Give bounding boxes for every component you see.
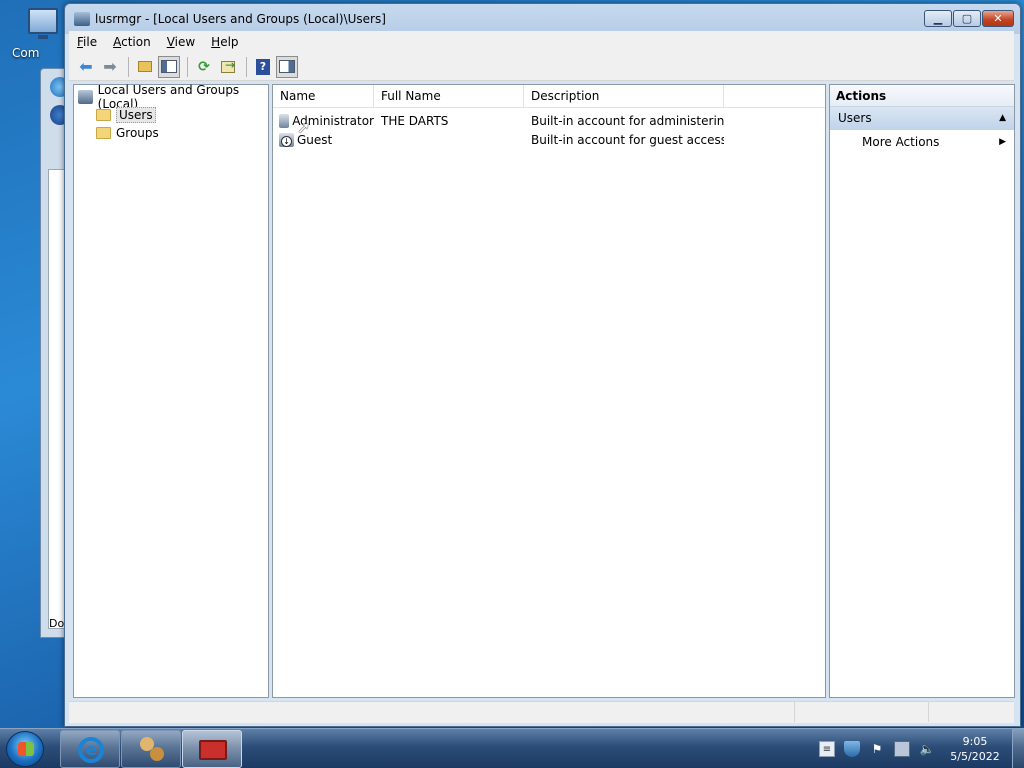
tree-item-groups[interactable]: Groups: [96, 124, 159, 142]
mouse-cursor-icon: ➚: [297, 118, 311, 137]
windows-logo-icon: [18, 742, 34, 756]
more-actions-label: More Actions: [862, 135, 940, 149]
show-hide-action-pane-icon: [279, 60, 295, 73]
lusrmgr-app-icon[interactable]: [74, 12, 90, 26]
refresh-button[interactable]: ⟳: [193, 56, 215, 78]
table-row[interactable]: Guest Built-in account for guest access …: [273, 130, 825, 149]
toolbar-separator: [246, 56, 247, 77]
toolbar: ⬅ ➡ ⟳ ?: [69, 53, 1014, 81]
export-list-icon: [221, 58, 235, 73]
console-tree[interactable]: Local Users and Groups (Local) Users Gro…: [73, 83, 269, 698]
users-list[interactable]: Name Full Name Description Administrator…: [272, 84, 826, 698]
taskbar-lusrmgr[interactable]: [121, 730, 181, 768]
cell-name: Guest: [273, 132, 374, 147]
taskbar: e ≡ ⚑ 🔈 9:05 5/5/2022: [0, 728, 1024, 768]
menu-action[interactable]: Action: [113, 35, 151, 49]
up-one-level-button[interactable]: [134, 56, 156, 78]
cell-description: Built-in account for administering...: [531, 113, 724, 128]
tree-groups-label: Groups: [116, 126, 159, 140]
column-header-name[interactable]: Name: [273, 85, 374, 108]
up-folder-icon: [138, 61, 152, 72]
menu-help-rest: elp: [220, 35, 239, 49]
collapse-up-icon[interactable]: ▲: [999, 107, 1006, 130]
list-header: Name Full Name Description: [273, 85, 825, 108]
start-button[interactable]: [6, 731, 44, 767]
menu-view[interactable]: View: [167, 35, 195, 49]
security-shield-icon[interactable]: [844, 741, 860, 757]
title-bar[interactable]: lusrmgr - [Local Users and Groups (Local…: [65, 4, 1020, 34]
toolbar-separator: [187, 56, 188, 77]
show-desktop-button[interactable]: [1012, 729, 1024, 768]
toolbox-icon: [199, 740, 227, 760]
back-arrow-icon: ⬅: [79, 57, 93, 76]
lusrmgr-window: lusrmgr - [Local Users and Groups (Local…: [64, 3, 1021, 727]
actions-section-label: Users: [838, 111, 872, 125]
menu-view-rest: iew: [174, 35, 196, 49]
export-list-button[interactable]: [217, 56, 239, 78]
user-icon: [279, 113, 290, 128]
menu-action-rest: ction: [121, 35, 151, 49]
help-button[interactable]: ?: [252, 56, 274, 78]
column-header-filler: [724, 85, 825, 108]
actions-title: Actions: [830, 85, 1014, 107]
menu-view-accel: V: [166, 35, 175, 49]
computer-icon: [28, 8, 58, 39]
menu-help[interactable]: Help: [211, 35, 238, 49]
show-hide-tree-button[interactable]: [158, 55, 180, 78]
forward-arrow-icon: ➡: [103, 57, 117, 76]
folder-icon: [96, 109, 111, 121]
toolbar-separator: [128, 56, 129, 77]
window-title: lusrmgr - [Local Users and Groups (Local…: [95, 12, 386, 26]
action-center-flag-icon[interactable]: ⚑: [869, 741, 885, 757]
menu-file[interactable]: File: [77, 35, 97, 49]
taskbar-internet-explorer[interactable]: e: [60, 730, 120, 768]
actions-section-users[interactable]: Users ▲: [830, 107, 1014, 130]
show-hide-tree-icon: [161, 60, 177, 73]
disabled-user-icon: [279, 132, 294, 147]
tree-item-root[interactable]: Local Users and Groups (Local): [78, 83, 268, 111]
tree-item-users[interactable]: Users: [96, 106, 156, 124]
clock[interactable]: 9:05 5/5/2022: [944, 734, 1006, 764]
folder-icon: [96, 127, 111, 139]
menu-file-rest: ile: [83, 35, 98, 49]
volume-muted-icon[interactable]: 🔈: [919, 741, 935, 757]
cell-full-name: THE DARTS: [381, 113, 449, 128]
back-button[interactable]: ⬅: [75, 56, 97, 78]
column-header-description[interactable]: Description: [524, 85, 724, 108]
submenu-arrow-icon: ▶: [999, 137, 1006, 147]
background-window-status: Do: [49, 617, 65, 630]
show-hide-action-pane-button[interactable]: [276, 55, 298, 78]
internet-explorer-icon: e: [78, 737, 104, 763]
table-row[interactable]: Administrator THE DARTS Built-in account…: [273, 111, 825, 130]
help-icon: ?: [256, 58, 270, 75]
menu-action-accel: A: [113, 35, 122, 49]
menu-bar: File Action View Help: [69, 31, 1014, 53]
local-users-groups-icon: [78, 90, 93, 104]
status-cell: [795, 702, 929, 722]
status-cell: [929, 702, 1014, 722]
system-tray: ≡ ⚑ 🔈 9:05 5/5/2022: [819, 729, 1024, 768]
refresh-icon: ⟳: [198, 58, 210, 75]
notes-icon[interactable]: ≡: [819, 741, 835, 757]
users-icon: [138, 737, 166, 763]
clock-date: 5/5/2022: [950, 750, 1000, 763]
network-icon[interactable]: [894, 741, 910, 757]
forward-button[interactable]: ➡: [99, 56, 121, 78]
cell-description: Built-in account for guest access t...: [531, 132, 724, 147]
minimize-button[interactable]: ▁: [924, 10, 952, 27]
close-button[interactable]: ✕: [982, 10, 1014, 27]
status-bar: [69, 701, 1014, 723]
window-controls: ▁ ▢ ✕: [923, 10, 1014, 27]
cell-name: Administrator: [273, 113, 374, 128]
desktop-icon-label: Com: [12, 46, 40, 60]
maximize-button[interactable]: ▢: [953, 10, 981, 27]
taskbar-admin-tools[interactable]: [182, 730, 242, 768]
menu-help-accel: H: [211, 35, 221, 49]
tree-users-label: Users: [116, 107, 156, 123]
status-cell: [69, 702, 795, 722]
actions-pane: Actions Users ▲ More Actions ▶: [829, 84, 1015, 698]
column-header-full-name[interactable]: Full Name: [374, 85, 524, 108]
more-actions-item[interactable]: More Actions ▶: [830, 130, 1014, 154]
clock-time: 9:05: [962, 735, 988, 748]
